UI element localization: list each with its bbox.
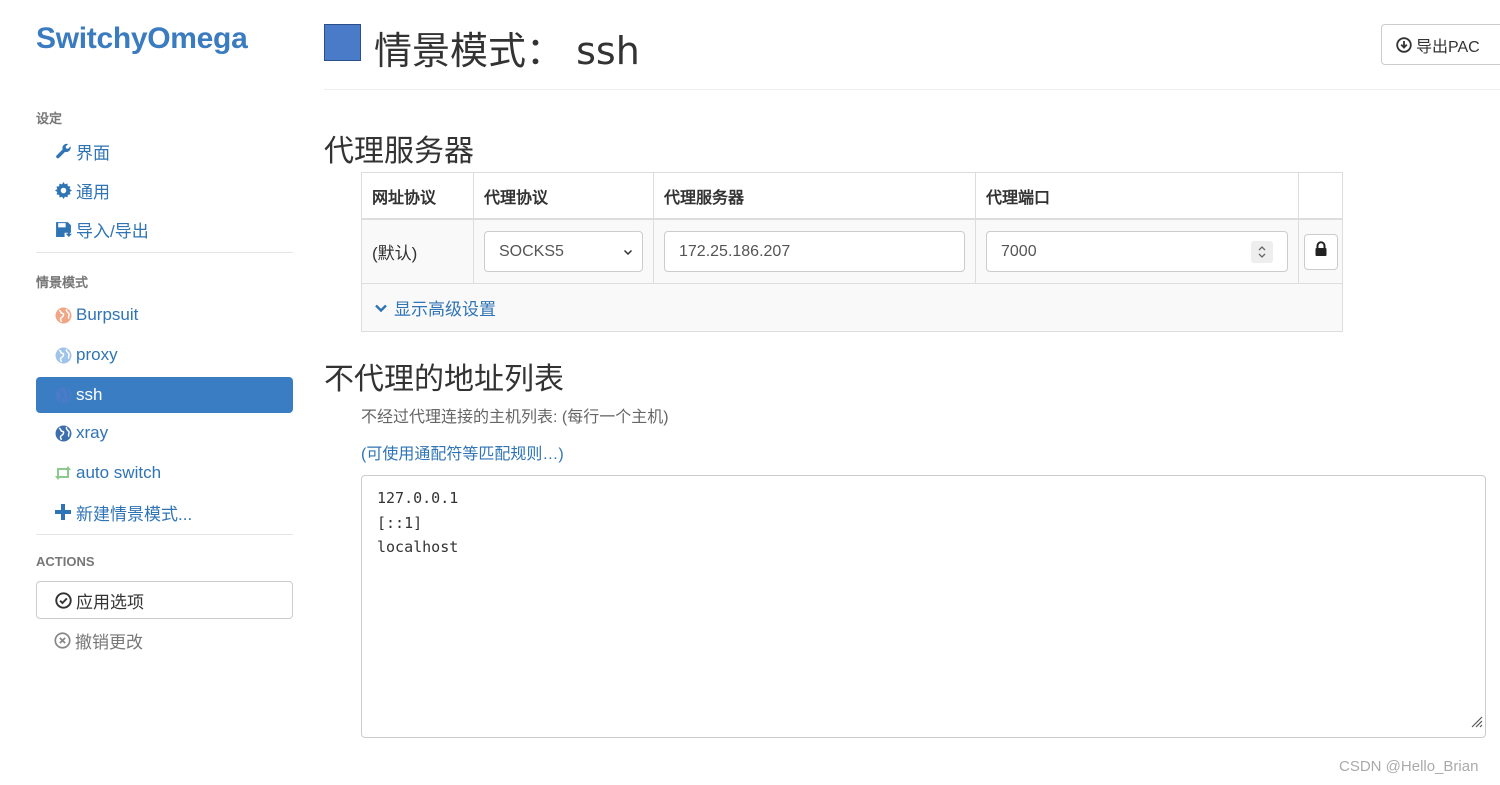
sidebar-item-label: Burpsuit — [76, 305, 139, 324]
server-input[interactable]: 172.25.186.207 — [664, 231, 965, 272]
protocol-select[interactable]: SOCKS5 — [484, 231, 643, 272]
sidebar-item-interface[interactable]: 界面 — [36, 133, 293, 169]
page-title: 情景模式： ssh — [374, 20, 640, 75]
sidebar-item-import-export[interactable]: 导入/导出 — [36, 211, 293, 247]
check-circle-icon — [55, 591, 72, 609]
globe-icon — [53, 385, 73, 405]
globe-icon — [53, 423, 73, 443]
sidebar-item-ssh[interactable]: ssh — [36, 377, 293, 413]
sidebar-item-label: proxy — [76, 345, 118, 364]
profiles-header: 情景模式 — [36, 275, 89, 290]
gear-icon — [53, 180, 73, 200]
brand-logo[interactable]: SwitchyOmega — [36, 22, 248, 56]
show-advanced-link[interactable]: 显示高级设置 — [362, 284, 1342, 331]
table-row: (默认) SOCKS5 172.25.186.207 7000 — [362, 220, 1342, 284]
export-pac-label: 导出PAC — [1416, 38, 1480, 56]
sidebar-item-burpsuit[interactable]: Burpsuit — [36, 297, 293, 333]
sidebar-divider — [36, 534, 293, 535]
port-cell: 7000 — [976, 220, 1299, 283]
authentication-button[interactable] — [1303, 233, 1338, 270]
plus-icon — [53, 502, 73, 522]
x-circle-icon — [54, 631, 71, 649]
retweet-icon — [53, 463, 73, 483]
page-title-prefix: 情景模式： — [374, 29, 565, 73]
wrench-icon — [53, 141, 73, 161]
server-input-value: 172.25.186.207 — [679, 242, 791, 260]
sidebar-item-label: xray — [76, 423, 109, 442]
protocol-cell: SOCKS5 — [474, 220, 654, 283]
sidebar-item-new-profile[interactable]: 新建情景模式... — [36, 494, 293, 530]
protocol-select-value: SOCKS5 — [499, 242, 564, 260]
header-divider — [324, 89, 1500, 90]
chevron-down-icon — [622, 245, 634, 263]
apply-options-button[interactable]: 应用选项 — [36, 581, 293, 619]
profile-color-swatch[interactable] — [324, 24, 361, 61]
discard-changes-label: 撤销更改 — [75, 632, 143, 652]
discard-changes-button[interactable]: 撤销更改 — [36, 622, 293, 658]
sidebar-item-label: 新建情景模式... — [76, 504, 193, 524]
proxy-table: 网址协议 代理协议 代理服务器 代理端口 (默认) SOCKS5 172.25.… — [361, 172, 1343, 332]
watermark: CSDN @Hello_Brian — [1339, 758, 1479, 775]
export-pac-button[interactable]: 导出PAC — [1381, 24, 1500, 65]
globe-icon — [53, 345, 73, 365]
bypass-list-line: [::1] — [377, 513, 423, 532]
sidebar-item-label: 界面 — [76, 143, 110, 163]
lock-icon — [1314, 241, 1328, 262]
server-cell: 172.25.186.207 — [654, 220, 976, 283]
page-title-profile-name: ssh — [576, 29, 640, 73]
actions-header: ACTIONS — [36, 554, 95, 569]
port-input[interactable]: 7000 — [986, 231, 1288, 272]
sidebar-item-proxy[interactable]: proxy — [36, 337, 293, 373]
bypass-list-line: localhost — [377, 538, 459, 556]
auth-cell — [1299, 220, 1342, 283]
settings-header: 设定 — [36, 111, 63, 126]
resize-handle-icon[interactable] — [1469, 711, 1483, 736]
port-input-value: 7000 — [1001, 242, 1037, 260]
sidebar-item-label: auto switch — [76, 463, 162, 482]
column-header-scheme: 网址协议 — [362, 173, 474, 218]
sidebar-item-xray[interactable]: xray — [36, 415, 293, 451]
sidebar-item-auto-switch[interactable]: auto switch — [36, 455, 293, 491]
column-header-port: 代理端口 — [976, 173, 1299, 218]
port-stepper[interactable] — [1251, 241, 1273, 263]
sidebar-item-label: 导入/导出 — [76, 221, 149, 241]
bypass-list-textarea[interactable]: 127.0.0.1 [::1] localhost — [361, 475, 1486, 738]
proxy-section-title: 代理服务器 — [324, 135, 474, 168]
floppy-disk-icon — [53, 219, 73, 239]
sidebar-item-general[interactable]: 通用 — [36, 172, 293, 208]
table-header-row: 网址协议 代理协议 代理服务器 代理端口 — [362, 173, 1342, 220]
sidebar-item-label: ssh — [76, 385, 103, 404]
sidebar-divider — [36, 252, 293, 253]
bypass-help-text: 不经过代理连接的主机列表: (每行一个主机) — [361, 409, 669, 426]
column-header-actions — [1299, 173, 1342, 218]
apply-options-label: 应用选项 — [76, 592, 144, 612]
bypass-section-title: 不代理的地址列表 — [324, 363, 564, 396]
bypass-list-line: 127.0.0.1 — [377, 489, 459, 507]
column-header-protocol: 代理协议 — [474, 173, 654, 218]
scheme-cell: (默认) — [362, 220, 474, 283]
sidebar-item-label: 通用 — [76, 182, 110, 202]
sidebar: SwitchyOmega 设定 界面 通用 导入/导出 情景模式 Burpsui… — [0, 0, 310, 785]
show-advanced-label: 显示高级设置 — [394, 300, 496, 319]
chevron-down-icon — [374, 302, 388, 314]
download-circle-icon — [1396, 36, 1412, 53]
globe-icon — [53, 305, 73, 325]
wildcard-rules-link[interactable]: (可使用通配符等匹配规则…) — [361, 440, 564, 464]
column-header-server: 代理服务器 — [654, 173, 976, 218]
